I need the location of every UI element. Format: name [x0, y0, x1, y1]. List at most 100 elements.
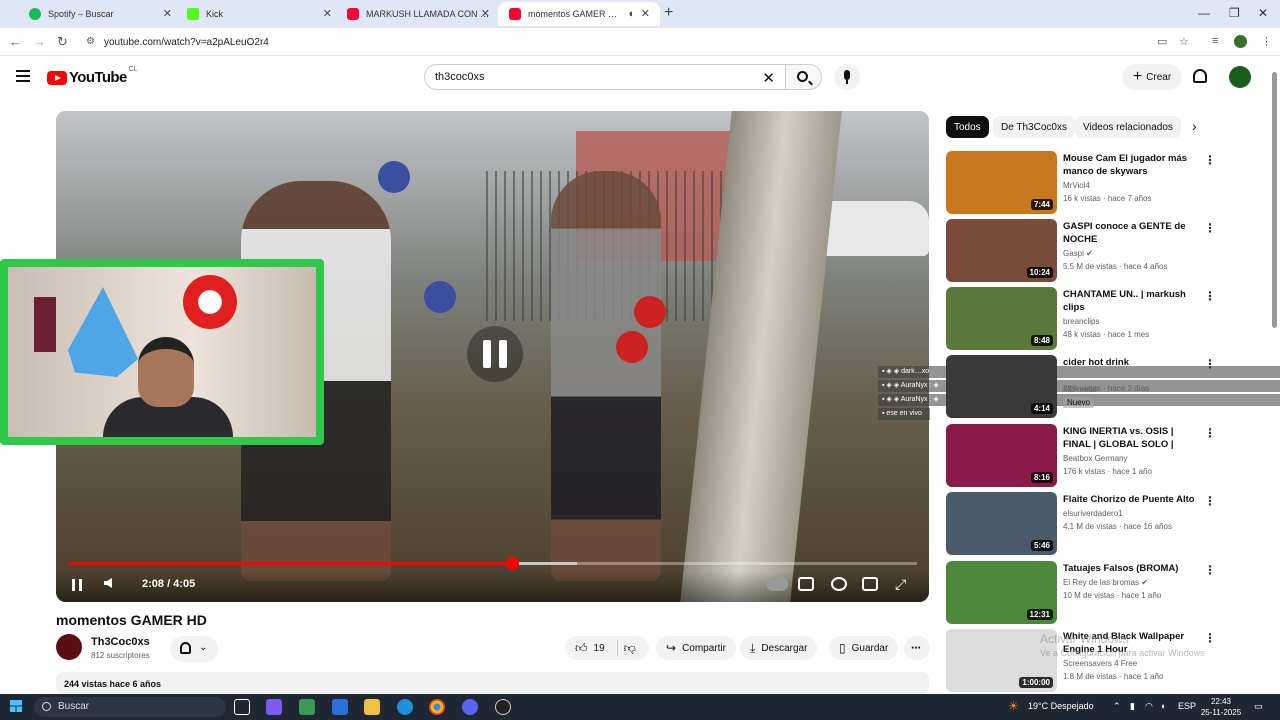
- description-box[interactable]: 244 vistas hace 6 años: [56, 672, 929, 694]
- chip-related[interactable]: Videos relacionados: [1075, 116, 1181, 138]
- video-title[interactable]: Tatuajes Falsos (BROMA): [1063, 562, 1201, 575]
- voice-search-icon[interactable]: [834, 64, 860, 90]
- channel-name[interactable]: elsuriverdadero1: [1063, 509, 1123, 518]
- wifi-icon[interactable]: ◠: [1145, 701, 1153, 712]
- edge-icon[interactable]: [397, 699, 413, 715]
- close-icon[interactable]: ✕: [163, 8, 172, 20]
- recommended-video[interactable]: 8:16 KING INERTIA vs. OSIS | FINAL | GLO…: [946, 424, 1276, 488]
- channel-name[interactable]: Screensavers 4 Free: [1063, 659, 1137, 668]
- like-icon[interactable]: 👍︎: [575, 641, 588, 656]
- restore-button[interactable]: ❐: [1229, 6, 1240, 20]
- channel-name[interactable]: Th3Coc0xs: [91, 636, 150, 648]
- video-thumbnail[interactable]: 4:14: [946, 355, 1057, 418]
- video-thumbnail[interactable]: 8:16: [946, 424, 1057, 487]
- weather-text[interactable]: 19°C Despejado: [1028, 701, 1094, 711]
- media-control-icon[interactable]: ≡: [1212, 35, 1218, 47]
- channel-name[interactable]: El Rey de las bromas ✔: [1063, 578, 1148, 587]
- recommended-video[interactable]: 5:46 Flaite Chorizo de Puente Alto elsur…: [946, 492, 1276, 556]
- profile-avatar[interactable]: [1234, 35, 1247, 48]
- chrome-icon[interactable]: [429, 699, 445, 715]
- site-info-icon[interactable]: ⚙: [86, 36, 95, 47]
- more-vertical-icon[interactable]: ⋮: [1204, 494, 1216, 508]
- page-scrollbar[interactable]: [1270, 60, 1278, 694]
- create-button[interactable]: + Crear: [1122, 64, 1182, 90]
- autoplay-toggle[interactable]: [766, 577, 788, 591]
- back-button[interactable]: ←: [9, 34, 22, 49]
- recommended-video[interactable]: 10:24 GASPI conoce a GENTE de NOCHE Gasp…: [946, 219, 1276, 283]
- more-vertical-icon[interactable]: ⋮: [1204, 289, 1216, 303]
- close-icon[interactable]: ✕: [323, 8, 332, 20]
- forward-button[interactable]: →: [33, 34, 46, 49]
- video-thumbnail[interactable]: 7:44: [946, 151, 1057, 214]
- account-avatar[interactable]: [1229, 66, 1251, 88]
- taskbar-search[interactable]: Buscar: [34, 697, 226, 717]
- notifications-icon[interactable]: [1193, 69, 1207, 83]
- chip-todos[interactable]: Todos: [946, 116, 989, 138]
- task-view-icon[interactable]: [234, 699, 250, 715]
- volume-icon[interactable]: [104, 578, 112, 588]
- video-title[interactable]: KING INERTIA vs. OSIS | FINAL | GLOBAL S…: [1063, 425, 1201, 451]
- chevron-right-icon[interactable]: ›: [1192, 118, 1197, 134]
- chip-channel[interactable]: De Th3Coc0xs: [993, 116, 1075, 138]
- more-vertical-icon[interactable]: ⋮: [1204, 426, 1216, 440]
- dislike-icon[interactable]: 👎︎: [624, 641, 636, 656]
- microphone-icon[interactable]: ▮: [1130, 701, 1135, 712]
- video-thumbnail[interactable]: 8:48: [946, 287, 1057, 350]
- video-title[interactable]: Mouse Cam El jugador más manco de skywar…: [1063, 152, 1201, 178]
- taskbar-clock[interactable]: 22:43 25-11-2025: [1200, 696, 1242, 718]
- windows-start-icon[interactable]: [10, 700, 22, 712]
- volume-icon[interactable]: ◖: [1160, 701, 1165, 711]
- more-vertical-icon[interactable]: ⋮: [1204, 153, 1216, 167]
- channel-name[interactable]: Beatbox Germany: [1063, 454, 1127, 463]
- recommended-video[interactable]: 12:31 Tatuajes Falsos (BROMA) El Rey de …: [946, 561, 1276, 625]
- close-icon[interactable]: ✕: [481, 8, 490, 20]
- pause-button[interactable]: [72, 579, 82, 591]
- video-thumbnail[interactable]: 5:46: [946, 492, 1057, 555]
- minimize-button[interactable]: —: [1198, 6, 1210, 20]
- youtube-logo[interactable]: YouTube CL: [47, 66, 138, 86]
- channel-name[interactable]: Gaspi ✔: [1063, 249, 1093, 258]
- theater-mode-icon[interactable]: [862, 577, 878, 591]
- bookmark-star-icon[interactable]: ☆: [1179, 35, 1189, 48]
- language-indicator[interactable]: ESP: [1178, 701, 1196, 711]
- search-button[interactable]: [786, 64, 822, 90]
- close-icon[interactable]: ✕: [641, 8, 650, 20]
- channel-avatar[interactable]: [56, 634, 82, 660]
- more-vertical-icon[interactable]: ⋮: [1204, 563, 1216, 577]
- more-vertical-icon[interactable]: ⋮: [1204, 357, 1216, 371]
- tab-momentos-gamer[interactable]: momentos GAMER HD - Yo ◖ ✕: [498, 2, 660, 26]
- clear-search-icon[interactable]: ✕: [762, 69, 775, 87]
- tab-markush[interactable]: MARKUSH LLAMADA CON BAY ✕: [336, 2, 500, 26]
- download-button[interactable]: ⤓ Descargar: [740, 636, 818, 660]
- subtitles-icon[interactable]: [798, 577, 814, 591]
- address-bar[interactable]: ⚙ youtube.com/watch?v=a2pALeuO2r4: [80, 31, 1200, 53]
- reload-button[interactable]: ↻: [57, 34, 68, 50]
- more-vertical-icon[interactable]: ⋮: [1204, 631, 1216, 645]
- channel-name[interactable]: MrViol4: [1063, 181, 1090, 190]
- recommended-video[interactable]: 8:48 CHANTAME UN.. | markush clips brean…: [946, 287, 1276, 351]
- discord-icon[interactable]: [462, 699, 478, 715]
- share-button[interactable]: ↪ Compartir: [656, 636, 736, 660]
- tab-kick[interactable]: Kick ✕: [176, 2, 342, 26]
- close-window-button[interactable]: ✕: [1258, 6, 1268, 20]
- video-thumbnail[interactable]: 12:31: [946, 561, 1057, 624]
- subscribe-bell-button[interactable]: ⌄: [170, 636, 218, 662]
- fullscreen-icon[interactable]: ⤢: [895, 576, 906, 593]
- settings-gear-icon[interactable]: [831, 577, 847, 591]
- scrubber-handle[interactable]: [506, 557, 520, 570]
- menu-icon[interactable]: [16, 70, 30, 82]
- save-button[interactable]: ▯ Guardar: [829, 636, 899, 660]
- progress-bar[interactable]: [68, 557, 917, 570]
- notifications-icon[interactable]: ▭: [1254, 701, 1263, 712]
- video-thumbnail[interactable]: 10:24: [946, 219, 1057, 282]
- scrollbar-thumb[interactable]: [1272, 72, 1277, 328]
- channel-name[interactable]: breanclips: [1063, 317, 1099, 326]
- copilot-icon[interactable]: [266, 699, 282, 715]
- more-actions-button[interactable]: ⋯: [904, 636, 930, 660]
- recommended-video[interactable]: 7:44 Mouse Cam El jugador más manco de s…: [946, 151, 1276, 215]
- chevron-up-icon[interactable]: ⌃: [1113, 701, 1121, 712]
- store-icon[interactable]: [299, 699, 315, 715]
- video-title[interactable]: cider hot drink: [1063, 356, 1201, 369]
- obs-icon[interactable]: [495, 699, 511, 715]
- new-tab-button[interactable]: +: [664, 4, 673, 22]
